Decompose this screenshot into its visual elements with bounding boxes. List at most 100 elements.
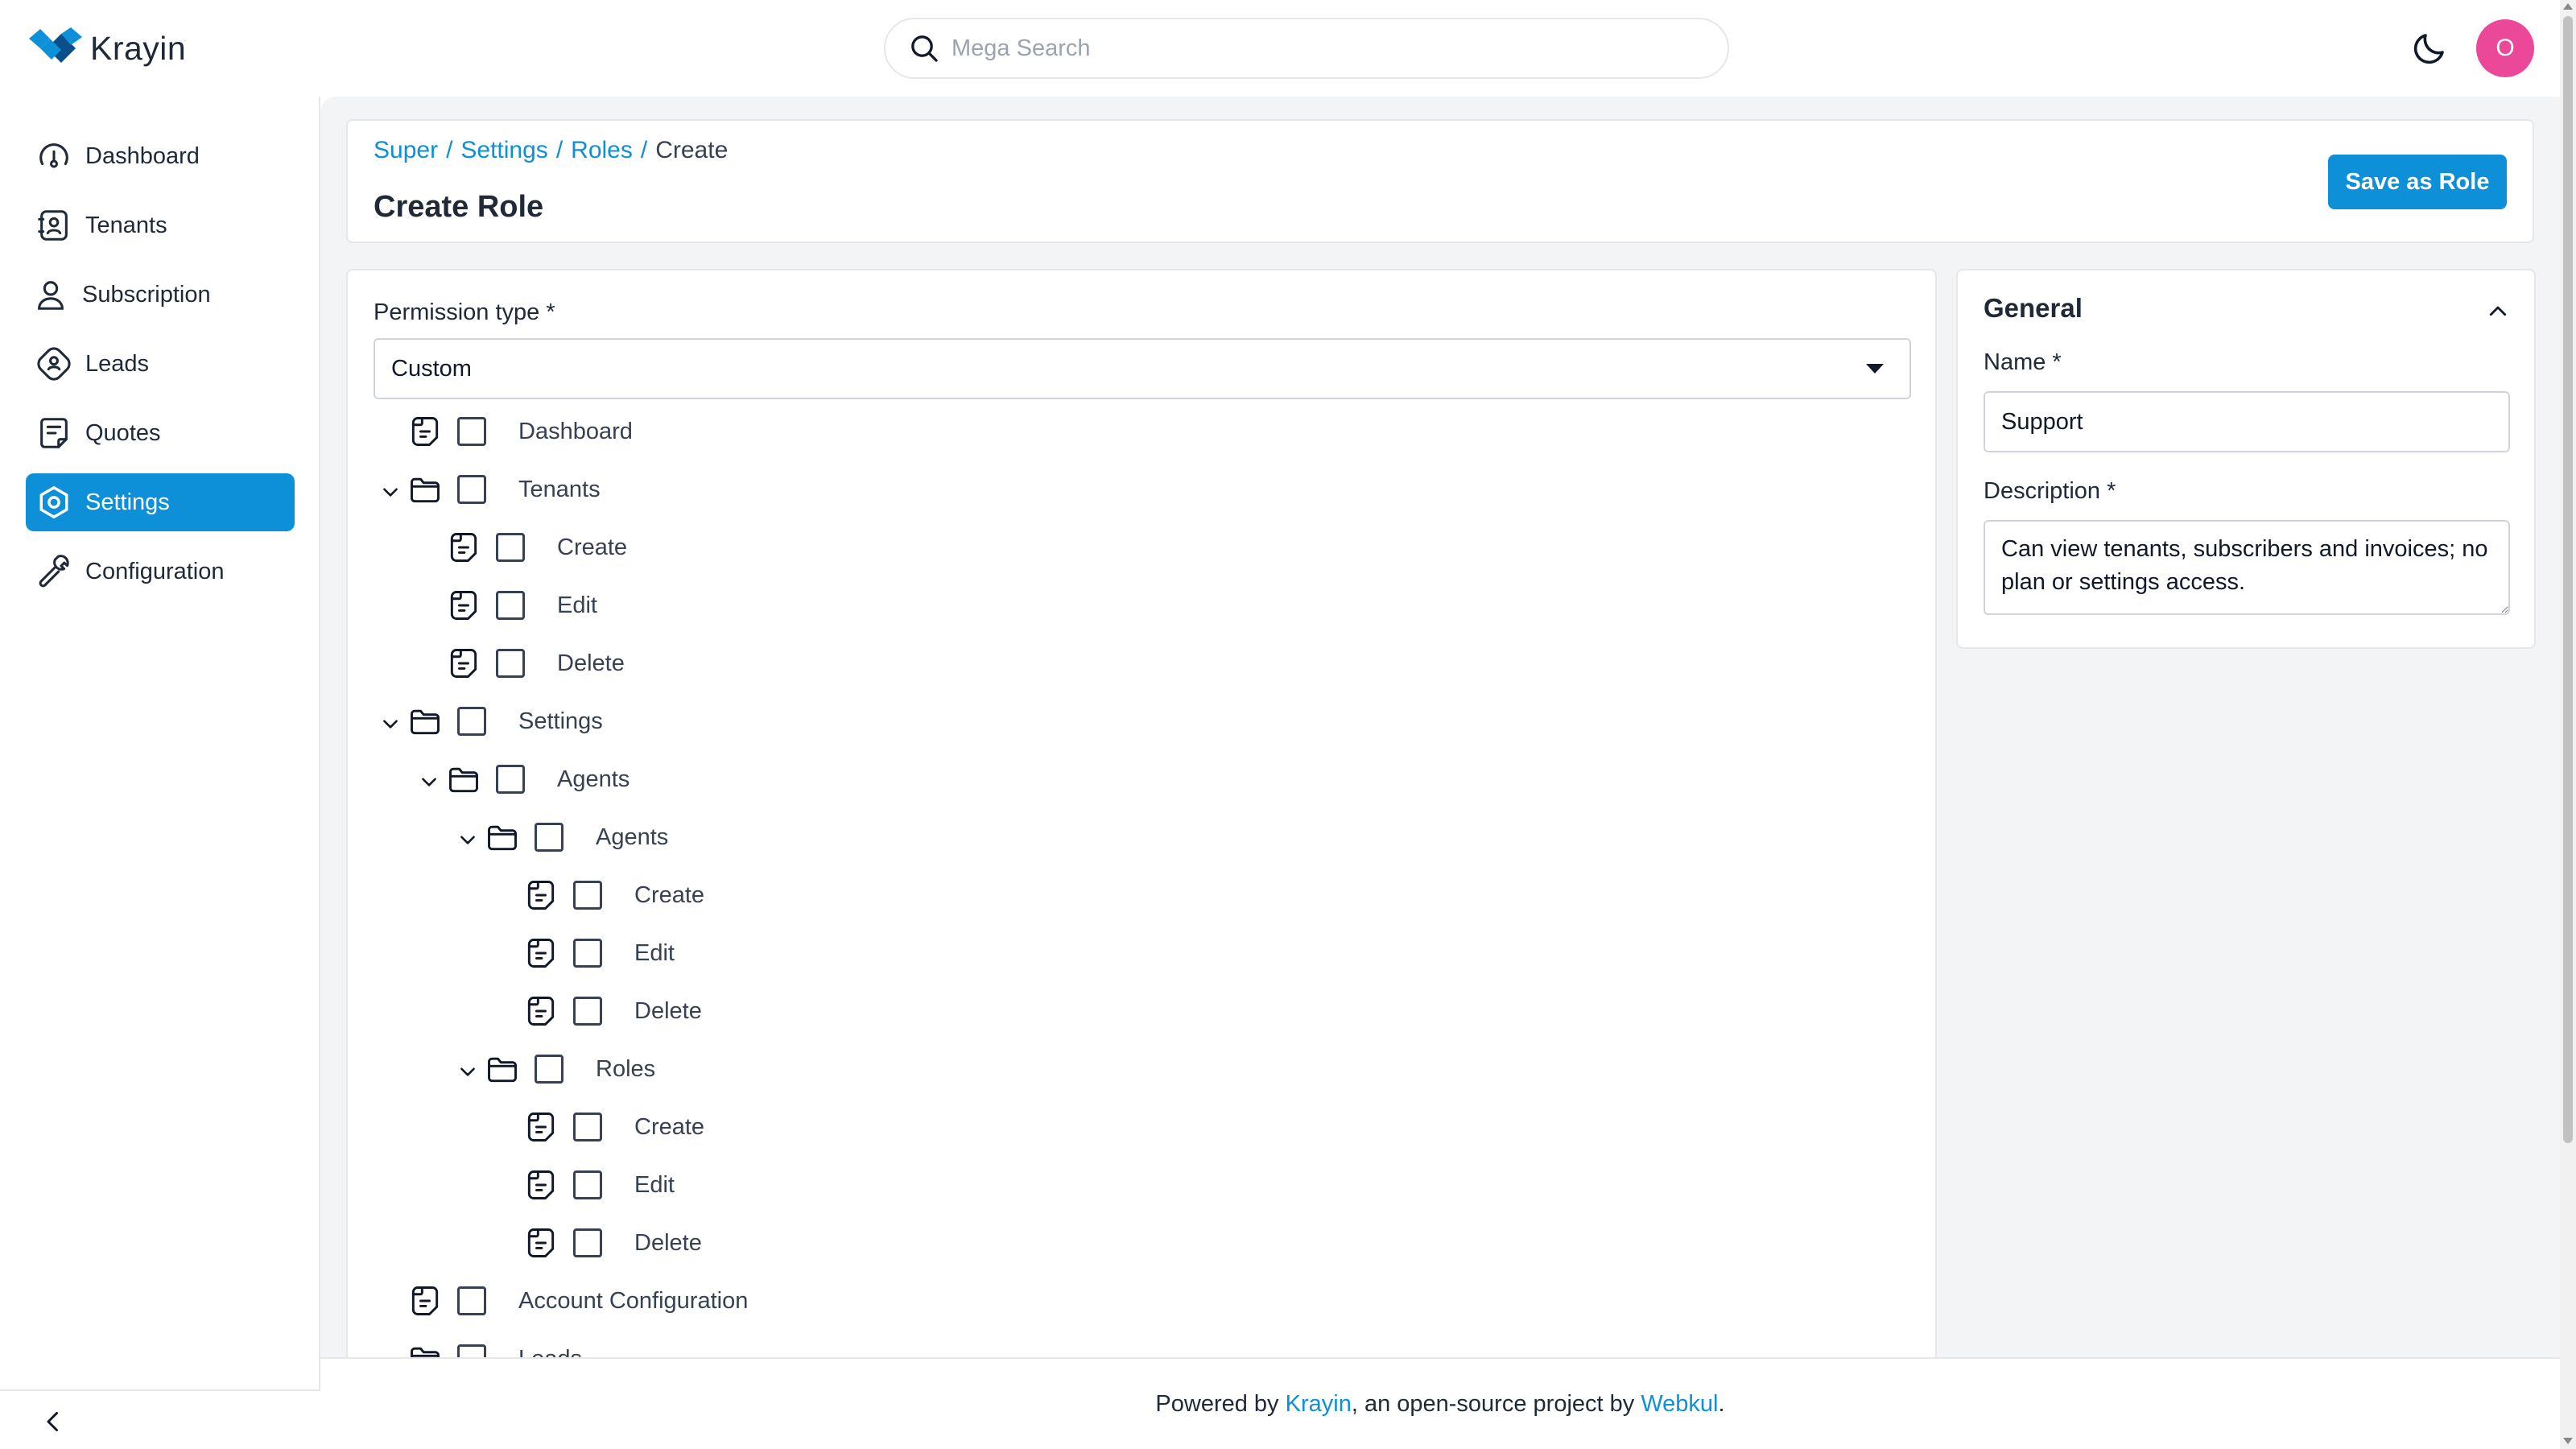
permission-checkbox[interactable] xyxy=(496,765,525,794)
permission-checkbox[interactable] xyxy=(457,1344,486,1357)
permission-checkbox[interactable] xyxy=(573,997,602,1026)
scroll-up-arrow[interactable] xyxy=(2563,3,2573,10)
chevron-down-icon[interactable] xyxy=(380,713,401,734)
chevron-down-icon[interactable] xyxy=(457,1061,478,1082)
permission-tree-node: Delete xyxy=(348,639,1877,687)
folder-icon xyxy=(407,1341,443,1357)
permission-checkbox[interactable] xyxy=(535,1055,564,1084)
breadcrumb-roles[interactable]: Roles xyxy=(571,137,633,163)
description-textarea[interactable]: Can view tenants, subscribers and invoic… xyxy=(1984,520,2510,615)
permission-checkbox[interactable] xyxy=(573,1170,602,1199)
chevron-up-icon[interactable] xyxy=(2486,299,2510,324)
breadcrumb-current: Create xyxy=(655,137,729,163)
name-input[interactable] xyxy=(1984,391,2510,452)
collapse-sidebar-icon[interactable] xyxy=(39,1407,68,1436)
permission-tree-node: Settings xyxy=(348,697,1877,745)
permission-label: Delete xyxy=(634,1230,702,1256)
main-content: Super / Settings / Roles / Create Create Role … xyxy=(320,97,2560,1357)
permission-label: Delete xyxy=(557,650,625,676)
krayin-logo[interactable]: Krayin xyxy=(29,27,186,69)
permission-tree-node: Leads xyxy=(348,1335,1877,1357)
permission-label: Leads xyxy=(518,1346,582,1357)
dashboard-icon xyxy=(39,143,68,168)
permission-label: Settings xyxy=(518,708,603,734)
sidebar-item-dashboard[interactable]: Dashboard xyxy=(26,127,295,185)
chevron-down-icon[interactable] xyxy=(457,829,478,850)
file-icon xyxy=(523,1109,559,1145)
sidebar-item-quotes[interactable]: Quotes xyxy=(26,404,295,462)
file-icon xyxy=(523,877,559,913)
breadcrumb-super[interactable]: Super xyxy=(374,137,438,163)
permission-tree-node: Agents xyxy=(348,755,1877,803)
permission-checkbox[interactable] xyxy=(573,1228,602,1257)
breadcrumb-separator: / xyxy=(640,137,648,163)
breadcrumb: Super / Settings / Roles / Create xyxy=(374,137,728,164)
permission-tree-node: Roles xyxy=(348,1045,1877,1093)
permission-checkbox[interactable] xyxy=(496,649,525,678)
sidebar-item-settings[interactable]: Settings xyxy=(26,473,295,531)
file-icon xyxy=(407,1283,443,1319)
mega-search[interactable] xyxy=(884,18,1729,79)
permission-label: Create xyxy=(557,535,628,560)
permission-label: Account Configuration xyxy=(518,1288,749,1314)
permission-type-select[interactable]: Custom xyxy=(374,338,1911,399)
permission-label: Agents xyxy=(557,766,630,792)
footer: Powered by Krayin, an open-source projec… xyxy=(320,1357,2560,1449)
quotes-icon xyxy=(40,418,68,448)
footer-middle: , an open-source project by xyxy=(1351,1390,1635,1417)
permission-tree-node: Tenants xyxy=(348,465,1877,514)
sidebar-item-configuration[interactable]: Configuration xyxy=(26,543,295,601)
file-icon xyxy=(523,935,559,971)
breadcrumb-settings[interactable]: Settings xyxy=(460,137,547,163)
permission-label: Edit xyxy=(557,592,597,618)
permission-checkbox[interactable] xyxy=(535,823,564,852)
permission-tree-node: Create xyxy=(348,1103,1877,1151)
permission-label: Tenants xyxy=(518,477,601,502)
permission-checkbox[interactable] xyxy=(496,591,525,620)
page-scrollbar-thumb[interactable] xyxy=(2563,16,2573,1143)
chevron-down-icon[interactable] xyxy=(419,771,440,792)
leads-icon xyxy=(37,347,71,381)
sidebar-item-subscription[interactable]: Subscription xyxy=(26,266,295,324)
sidebar: Dashboard Tenants Subscription Leads Quo… xyxy=(0,97,320,1449)
permission-checkbox[interactable] xyxy=(573,1113,602,1141)
permission-checkbox[interactable] xyxy=(457,1286,486,1315)
chevron-down-icon[interactable] xyxy=(380,1351,401,1357)
scroll-down-arrow[interactable] xyxy=(2563,1438,2573,1444)
folder-icon xyxy=(485,819,520,855)
permission-checkbox[interactable] xyxy=(457,707,486,736)
file-icon xyxy=(446,530,481,565)
permission-checkbox[interactable] xyxy=(457,475,486,504)
dark-mode-toggle-icon[interactable] xyxy=(2410,29,2449,68)
caret-down-icon xyxy=(1866,364,1884,374)
user-avatar[interactable]: O xyxy=(2476,19,2534,77)
file-icon xyxy=(523,1225,559,1261)
permission-tree-node: Account Configuration xyxy=(348,1277,1877,1325)
folder-icon xyxy=(446,762,481,797)
save-as-role-button[interactable]: Save as Role xyxy=(2328,155,2507,209)
sidebar-item-tenants[interactable]: Tenants xyxy=(26,196,295,254)
breadcrumb-separator: / xyxy=(446,137,453,163)
footer-webkul-link[interactable]: Webkul xyxy=(1641,1391,1718,1418)
folder-icon xyxy=(407,704,443,739)
chevron-down-icon[interactable] xyxy=(380,481,401,502)
general-card: General Name * Description * Can view te… xyxy=(1956,269,2536,649)
general-title: General xyxy=(1984,293,2083,323)
permission-label: Create xyxy=(634,882,705,908)
folder-icon xyxy=(407,472,443,507)
permission-label: Roles xyxy=(596,1056,656,1082)
sidebar-item-label: Tenants xyxy=(85,212,167,238)
sidebar-collapse-bar xyxy=(0,1389,320,1449)
search-input[interactable] xyxy=(952,35,1676,62)
permission-checkbox[interactable] xyxy=(573,881,602,910)
footer-krayin-link[interactable]: Krayin xyxy=(1286,1391,1352,1418)
configuration-icon xyxy=(39,555,69,588)
permission-checkbox[interactable] xyxy=(457,417,486,446)
file-icon xyxy=(523,993,559,1029)
permission-checkbox[interactable] xyxy=(496,533,525,562)
file-icon xyxy=(523,1167,559,1203)
footer-prefix: Powered by xyxy=(1155,1390,1279,1417)
sidebar-item-leads[interactable]: Leads xyxy=(26,335,295,393)
permission-checkbox[interactable] xyxy=(573,939,602,968)
permissions-card: Permission type * Custom Dashboard Tenant… xyxy=(346,269,1937,1357)
